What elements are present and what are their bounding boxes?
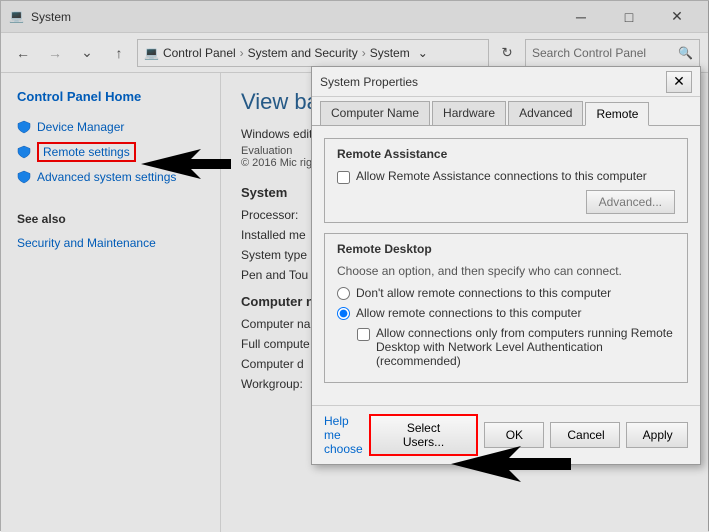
allow-remote-radio[interactable] — [337, 307, 350, 320]
remote-assistance-checkbox[interactable] — [337, 171, 350, 184]
apply-button[interactable]: Apply — [626, 422, 688, 448]
remote-assistance-row: Allow Remote Assistance connections to t… — [337, 169, 675, 184]
help-me-choose-link[interactable]: Help me choose — [324, 414, 363, 456]
allow-remote-row: Allow remote connections to this compute… — [337, 306, 675, 320]
remote-assistance-title: Remote Assistance — [337, 147, 675, 161]
tab-computer-name[interactable]: Computer Name — [320, 101, 430, 125]
no-remote-radio[interactable] — [337, 287, 350, 300]
nla-row: Allow connections only from computers ru… — [357, 326, 675, 368]
system-properties-dialog: System Properties ✕ Computer Name Hardwa… — [311, 66, 701, 465]
dialog-title: System Properties — [320, 75, 666, 89]
allow-remote-label: Allow remote connections to this compute… — [356, 306, 581, 320]
remote-assistance-label: Allow Remote Assistance connections to t… — [356, 169, 647, 183]
remote-assistance-section: Remote Assistance Allow Remote Assistanc… — [324, 138, 688, 223]
dialog-content: Remote Assistance Allow Remote Assistanc… — [312, 126, 700, 405]
no-remote-label: Don't allow remote connections to this c… — [356, 286, 611, 300]
ok-button[interactable]: OK — [484, 422, 544, 448]
remote-desktop-section: Remote Desktop Choose an option, and the… — [324, 233, 688, 383]
no-remote-row: Don't allow remote connections to this c… — [337, 286, 675, 300]
remote-desktop-title: Remote Desktop — [337, 242, 675, 256]
tab-hardware[interactable]: Hardware — [432, 101, 506, 125]
dialog-title-bar: System Properties ✕ — [312, 67, 700, 97]
dialog-close-button[interactable]: ✕ — [666, 71, 692, 93]
select-users-button[interactable]: Select Users... — [369, 414, 479, 456]
nla-label: Allow connections only from computers ru… — [376, 326, 675, 368]
dialog-tabs: Computer Name Hardware Advanced Remote — [312, 97, 700, 126]
cancel-button[interactable]: Cancel — [550, 422, 619, 448]
system-window: 💻 System ─ □ ✕ ← → ⌄ ↑ 💻 Control Panel ›… — [0, 0, 709, 531]
remote-desktop-description: Choose an option, and then specify who c… — [337, 264, 675, 278]
tab-advanced[interactable]: Advanced — [508, 101, 583, 125]
tab-remote[interactable]: Remote — [585, 102, 649, 126]
dialog-footer: Help me choose Select Users... OK Cancel… — [312, 405, 700, 464]
advanced-button[interactable]: Advanced... — [586, 190, 675, 214]
advanced-btn-row: Advanced... — [337, 190, 675, 214]
nla-checkbox[interactable] — [357, 328, 370, 341]
